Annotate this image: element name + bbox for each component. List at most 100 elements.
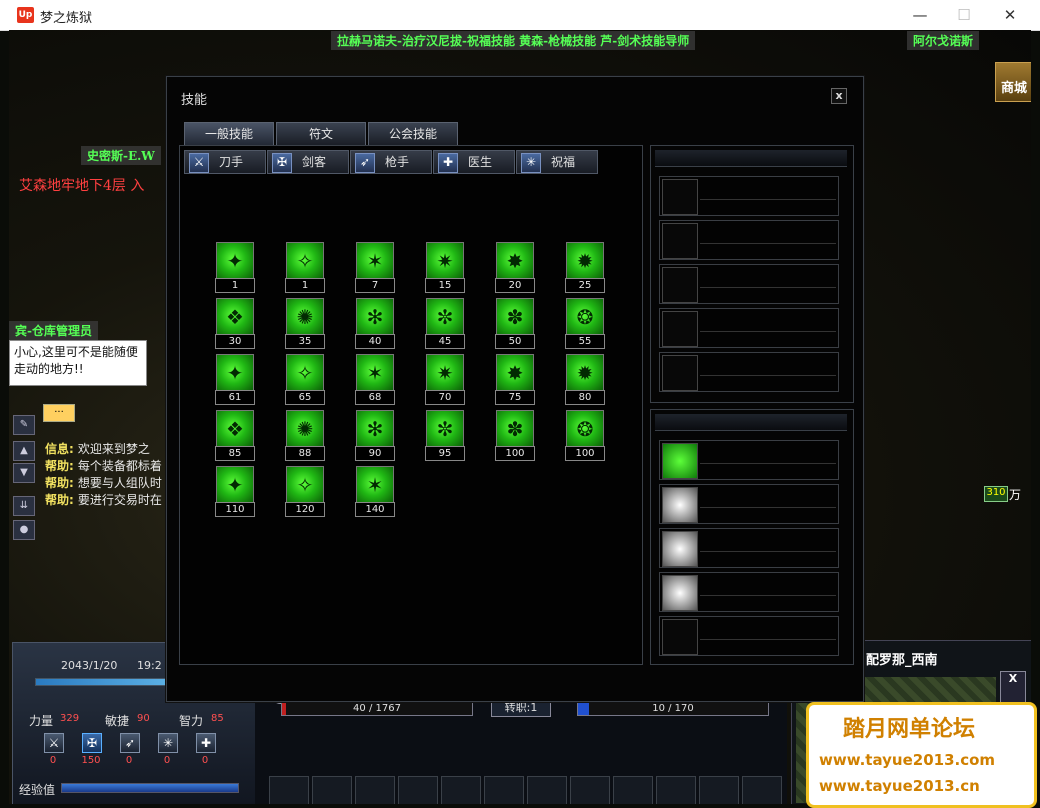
skill-icon[interactable]	[662, 487, 698, 523]
skill-icon[interactable]	[662, 443, 698, 479]
tab-runes[interactable]: 符文	[276, 122, 366, 145]
hotbar-slot[interactable]	[269, 776, 309, 804]
hotbar-slot[interactable]	[699, 776, 739, 804]
blessing-class-icon[interactable]: ✳	[158, 733, 178, 753]
forum-watermark: 踏月网单论坛 www.tayue2013.com www.tayue2013.c…	[806, 702, 1037, 808]
gunner-class-icon[interactable]: ➶	[120, 733, 140, 753]
skill-icon[interactable]: ✻	[356, 298, 394, 336]
scroll-down-icon[interactable]: ▼	[13, 463, 35, 483]
chat-bubble-icon[interactable]: ···	[43, 404, 75, 422]
skill-icon[interactable]: ❖	[216, 298, 254, 336]
group-icon[interactable]: ●	[13, 520, 35, 540]
skill-slot[interactable]	[659, 572, 839, 612]
skill-icon[interactable]: ❂	[566, 410, 604, 448]
skill-level-label: 30	[215, 334, 255, 349]
hotbar-slot[interactable]	[742, 776, 782, 804]
skill-icon[interactable]: ✸	[496, 242, 534, 280]
tab-guild-skills[interactable]: 公会技能	[368, 122, 458, 145]
hotbar-slot[interactable]	[484, 776, 524, 804]
close-window-button[interactable]: ✕	[990, 4, 1030, 26]
maximize-button[interactable]: ☐	[944, 4, 984, 26]
skill-level-label: 50	[495, 334, 535, 349]
skill-level-label: 65	[285, 390, 325, 405]
skill-level-label: 95	[425, 446, 465, 461]
hotbar-slot[interactable]	[656, 776, 696, 804]
hotbar-slot[interactable]	[312, 776, 352, 804]
game-viewport[interactable]: 拉赫马诺夫-治疗汉尼拔-祝福技能 黄森-枪械技能 芦-剑术技能导师 阿尔戈诺斯 …	[9, 30, 1031, 804]
skill-icon[interactable]: ❂	[566, 298, 604, 336]
class-points: 0	[163, 755, 171, 766]
stat-int-value: 85	[211, 713, 224, 724]
hotbar-slot[interactable]	[527, 776, 567, 804]
skill-icon[interactable]: ✦	[216, 354, 254, 392]
skill-level-label: 85	[215, 446, 255, 461]
skill-icon[interactable]: ✺	[286, 410, 324, 448]
watermark-title: 踏月网单论坛	[843, 716, 976, 742]
shop-button[interactable]: 商城	[995, 62, 1031, 102]
tab-blade[interactable]: ⚔ 刀手	[184, 150, 266, 174]
hotbar-slot[interactable]	[398, 776, 438, 804]
skill-level-label: 120	[285, 502, 325, 517]
chat-line: 信息: 欢迎来到梦之	[45, 442, 150, 456]
skill-icon[interactable]: ✶	[356, 242, 394, 280]
npc-tag-warehouse[interactable]: 宾-仓库管理员	[9, 321, 98, 340]
tab-doctor[interactable]: ✚ 医生	[433, 150, 515, 174]
skill-icon[interactable]: ✸	[496, 354, 534, 392]
location-label: 艾森地牢地下4层 入	[19, 178, 145, 194]
minimize-button[interactable]: —	[900, 4, 940, 26]
blessing-class-icon: ✳	[521, 153, 541, 173]
skill-icon[interactable]: ✺	[286, 298, 324, 336]
skill-icon[interactable]: ❖	[216, 410, 254, 448]
tab-blessing[interactable]: ✳ 祝福	[516, 150, 598, 174]
skill-icon[interactable]: ✻	[356, 410, 394, 448]
tab-gunner[interactable]: ➶ 枪手	[350, 150, 432, 174]
skill-slot[interactable]	[659, 484, 839, 524]
pen-icon[interactable]: ✎	[13, 415, 35, 435]
skill-icon[interactable]: ✶	[356, 466, 394, 504]
skill-icon[interactable]	[662, 575, 698, 611]
class-points: 0	[201, 755, 209, 766]
skill-slot[interactable]	[659, 352, 839, 392]
skill-level-label: 40	[355, 334, 395, 349]
skill-slot[interactable]	[659, 264, 839, 304]
tab-general-skills[interactable]: 一般技能	[184, 122, 274, 145]
skill-icon[interactable]: ✹	[566, 354, 604, 392]
scroll-up-icon[interactable]: ▲	[13, 441, 35, 461]
skill-slot[interactable]	[659, 616, 839, 656]
blade-class-icon[interactable]: ⚔	[44, 733, 64, 753]
skill-slot[interactable]	[659, 528, 839, 568]
skill-icon[interactable]: ✷	[426, 354, 464, 392]
tab-swordsman[interactable]: ✠ 剑客	[267, 150, 349, 174]
npc-name[interactable]: 万	[1009, 486, 1021, 503]
skill-icon[interactable]: ✼	[426, 410, 464, 448]
skill-icon[interactable]: ✶	[356, 354, 394, 392]
skill-slot[interactable]	[659, 440, 839, 480]
skill-icon[interactable]: ✦	[216, 242, 254, 280]
doctor-class-icon[interactable]: ✚	[196, 733, 216, 753]
dialog-close-button[interactable]: x	[831, 88, 847, 104]
skill-icon[interactable]: ✧	[286, 354, 324, 392]
skill-icon[interactable]: ✧	[286, 242, 324, 280]
minimap-close-button[interactable]: X	[1000, 671, 1026, 703]
skill-icon[interactable]: ✹	[566, 242, 604, 280]
hotbar-slot[interactable]	[355, 776, 395, 804]
scroll-bottom-icon[interactable]: ⇊	[13, 496, 35, 516]
window-title: 梦之炼狱	[40, 11, 93, 26]
skill-icon[interactable]: ✽	[496, 298, 534, 336]
swordsman-class-icon[interactable]: ✠	[82, 733, 102, 753]
skill-icon[interactable]: ✧	[286, 466, 324, 504]
hotbar-slot[interactable]	[613, 776, 653, 804]
hotbar-slot[interactable]	[441, 776, 481, 804]
hp-bar: 40 / 1767	[281, 702, 473, 716]
skill-icon[interactable]	[662, 531, 698, 567]
skill-icon[interactable]: ✽	[496, 410, 534, 448]
skill-slot[interactable]	[659, 176, 839, 216]
skill-level-label: 61	[215, 390, 255, 405]
skill-icon[interactable]: ✷	[426, 242, 464, 280]
skill-icon[interactable]: ✦	[216, 466, 254, 504]
skill-slot[interactable]	[659, 220, 839, 260]
skill-icon[interactable]: ✼	[426, 298, 464, 336]
skill-slot[interactable]	[659, 308, 839, 348]
hotbar-slot[interactable]	[570, 776, 610, 804]
skill-level-label: 20	[495, 278, 535, 293]
